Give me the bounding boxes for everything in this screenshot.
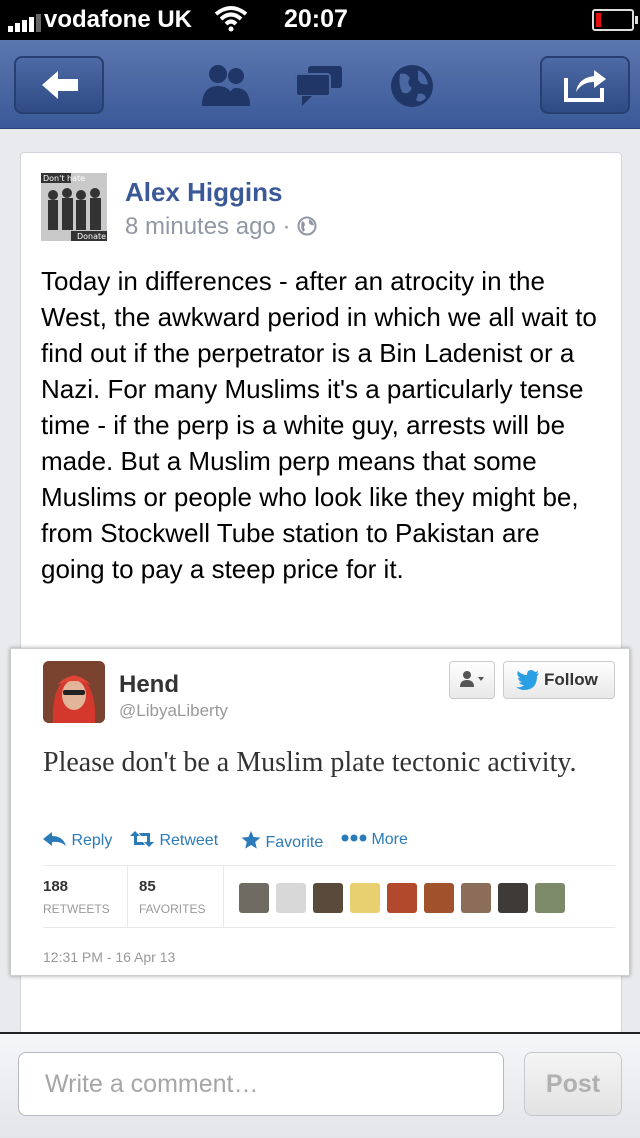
nav-bar	[0, 40, 640, 129]
back-button[interactable]	[14, 56, 104, 114]
post-meta: 8 minutes ago ·	[125, 213, 317, 241]
favorite-action[interactable]: Favorite	[241, 831, 323, 852]
star-icon	[241, 831, 261, 849]
avatar-caption-top: Don't hate	[43, 174, 85, 183]
user-avatar[interactable]	[350, 883, 380, 913]
embedded-tweet[interactable]: Hend @LibyaLiberty Follow Please don't b…	[10, 648, 630, 976]
user-avatar[interactable]	[461, 883, 491, 913]
more-action[interactable]: More	[341, 831, 408, 849]
status-bar: vodafone UK 20:07	[0, 0, 640, 40]
battery-icon	[592, 9, 638, 31]
user-menu-button[interactable]	[449, 661, 495, 699]
tweet-author-handle[interactable]: @LibyaLiberty	[119, 701, 228, 721]
post-button[interactable]: Post	[524, 1052, 622, 1116]
user-avatar[interactable]	[387, 883, 417, 913]
avatar-photo: Don't hate Donate	[41, 173, 107, 241]
author-avatar[interactable]: Don't hate Donate	[41, 173, 107, 241]
retweet-label: Retweet	[159, 832, 219, 849]
wifi-icon	[214, 6, 248, 32]
reply-label: Reply	[71, 832, 113, 849]
tweet-author-name[interactable]: Hend	[119, 671, 179, 699]
tweet-avatar-photo	[43, 661, 105, 723]
more-label: More	[371, 831, 408, 848]
favorite-label: Favorite	[265, 834, 324, 851]
user-avatar[interactable]	[535, 883, 565, 913]
user-avatar[interactable]	[424, 883, 454, 913]
tweet-avatar[interactable]	[43, 661, 105, 723]
share-button[interactable]	[540, 56, 630, 114]
retweet-icon	[130, 831, 154, 847]
favorites-label: FAVORITES	[139, 902, 206, 916]
meta-separator: ·	[282, 213, 291, 240]
signal-icon	[8, 14, 43, 32]
divider	[43, 927, 615, 928]
retweets-count[interactable]: 188	[43, 878, 68, 895]
back-arrow-icon	[42, 71, 78, 99]
user-avatar[interactable]	[276, 883, 306, 913]
user-avatar[interactable]	[313, 883, 343, 913]
clock: 20:07	[284, 5, 348, 33]
reply-icon	[43, 832, 66, 846]
reply-action[interactable]: Reply	[43, 831, 112, 850]
tweet-date[interactable]: 12:31 PM - 16 Apr 13	[43, 949, 175, 965]
messages-icon[interactable]	[294, 62, 346, 108]
user-avatar[interactable]	[239, 883, 269, 913]
retweets-label: RETWEETS	[43, 902, 110, 916]
more-dots-icon	[341, 834, 367, 842]
divider	[223, 865, 224, 927]
retweet-action[interactable]: Retweet	[129, 831, 218, 850]
post-timestamp[interactable]: 8 minutes ago	[125, 213, 276, 240]
avatar-caption-bottom: Donate	[77, 232, 106, 241]
post-body-text: Today in differences - after an atrocity…	[41, 266, 597, 584]
post-author-name[interactable]: Alex Higgins	[125, 177, 282, 208]
follow-label: Follow	[544, 670, 598, 689]
carrier-name: vodafone UK	[44, 6, 193, 33]
comment-input[interactable]	[18, 1052, 504, 1116]
tweet-text: Please don't be a Muslim plate tectonic …	[43, 747, 577, 778]
divider	[127, 865, 128, 927]
comment-bar: Post	[0, 1032, 640, 1138]
favorites-count[interactable]: 85	[139, 878, 156, 895]
person-dropdown-icon	[460, 671, 484, 687]
public-globe-icon	[297, 216, 317, 236]
friends-icon[interactable]	[198, 62, 254, 108]
twitter-bird-icon	[516, 670, 539, 690]
user-avatar[interactable]	[498, 883, 528, 913]
globe-icon[interactable]	[388, 62, 436, 110]
divider	[43, 865, 615, 866]
follow-button[interactable]: Follow	[503, 661, 615, 699]
share-icon	[564, 70, 606, 102]
